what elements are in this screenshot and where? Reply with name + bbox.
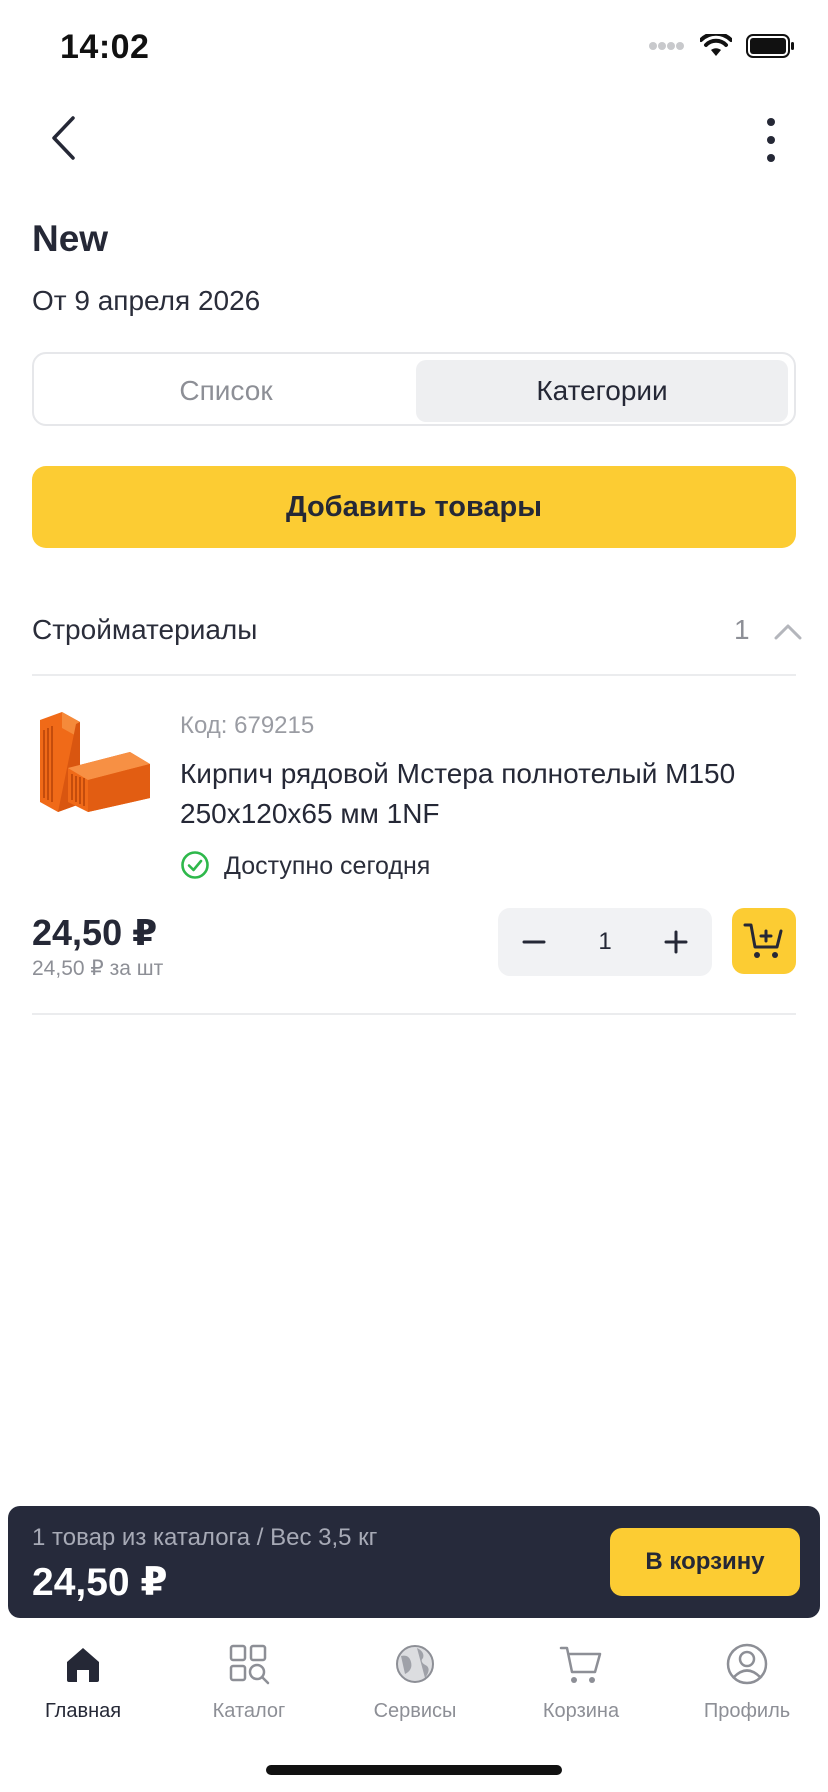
wifi-icon: [700, 34, 732, 56]
quantity-stepper: 1: [498, 908, 712, 976]
catalog-search-icon: [229, 1644, 270, 1685]
tab-label: Корзина: [542, 1700, 620, 1722]
tab-label: Профиль: [703, 1700, 791, 1722]
to-cart-button[interactable]: В корзину: [610, 1528, 800, 1596]
cart-summary-panel: 1 товар из каталога / Вес 3,5 кг 24,50 ₽…: [8, 1506, 820, 1618]
page-subtitle: От 9 апреля 2026: [32, 285, 261, 316]
divider: [32, 1013, 796, 1015]
category-count: 1: [734, 614, 750, 645]
signal-icon: [649, 42, 684, 50]
tab-home[interactable]: Главная: [0, 1630, 166, 1723]
cart-plus-icon: [743, 923, 783, 958]
collapse-category-button[interactable]: [770, 614, 806, 646]
view-segmented-control: Список Категории: [32, 352, 796, 426]
cart-icon: [559, 1646, 602, 1683]
summary-total: 24,50 ₽: [32, 1561, 168, 1604]
tab-label: Главная: [44, 1700, 122, 1722]
tab-cart[interactable]: Корзина: [498, 1630, 664, 1723]
plus-icon: [664, 930, 688, 954]
product-price: 24,50 ₽: [32, 912, 158, 953]
back-button[interactable]: [40, 110, 90, 166]
product-code: Код: 679215: [180, 712, 315, 739]
chevron-left-icon: [52, 116, 75, 160]
increase-quantity-button[interactable]: [654, 920, 698, 964]
home-icon: [67, 1648, 99, 1682]
services-globe-icon: [396, 1645, 434, 1683]
category-title[interactable]: Стройматериалы: [32, 614, 257, 646]
more-vertical-icon: [767, 118, 775, 162]
product-image[interactable]: [32, 708, 156, 816]
tab-profile[interactable]: Профиль: [664, 1630, 828, 1723]
divider: [32, 674, 796, 676]
check-circle-icon: [180, 850, 210, 880]
product-name[interactable]: Кирпич рядовой Мстера полнотелый М150 25…: [180, 754, 780, 834]
tab-catalog[interactable]: Каталог: [166, 1630, 332, 1723]
home-indicator: [266, 1765, 562, 1775]
status-icons: [648, 34, 796, 58]
segment-list[interactable]: Список: [40, 360, 412, 422]
tab-label: Каталог: [212, 1700, 286, 1722]
segment-categories[interactable]: Категории: [416, 360, 788, 422]
chevron-up-icon: [774, 624, 802, 640]
summary-info: 1 товар из каталога / Вес 3,5 кг: [32, 1524, 378, 1551]
more-options-button[interactable]: [756, 112, 786, 172]
page-title: New: [32, 218, 109, 259]
tab-services[interactable]: Сервисы: [332, 1630, 498, 1723]
battery-icon: [746, 34, 794, 58]
profile-icon: [726, 1643, 768, 1685]
brick-product-icon: [40, 712, 150, 812]
availability-text: Доступно сегодня: [224, 852, 431, 880]
status-time: 14:02: [60, 28, 150, 66]
tab-bar: Главная Каталог Сервисы Корзина Профиль: [0, 1630, 828, 1730]
add-to-cart-button[interactable]: [732, 908, 796, 974]
product-unit-price: 24,50 ₽ за шт: [32, 957, 164, 980]
add-products-button[interactable]: Добавить товары: [32, 466, 796, 548]
minus-icon: [522, 940, 546, 944]
tab-label: Сервисы: [373, 1700, 457, 1722]
decrease-quantity-button[interactable]: [512, 920, 556, 964]
quantity-value[interactable]: 1: [578, 908, 632, 976]
